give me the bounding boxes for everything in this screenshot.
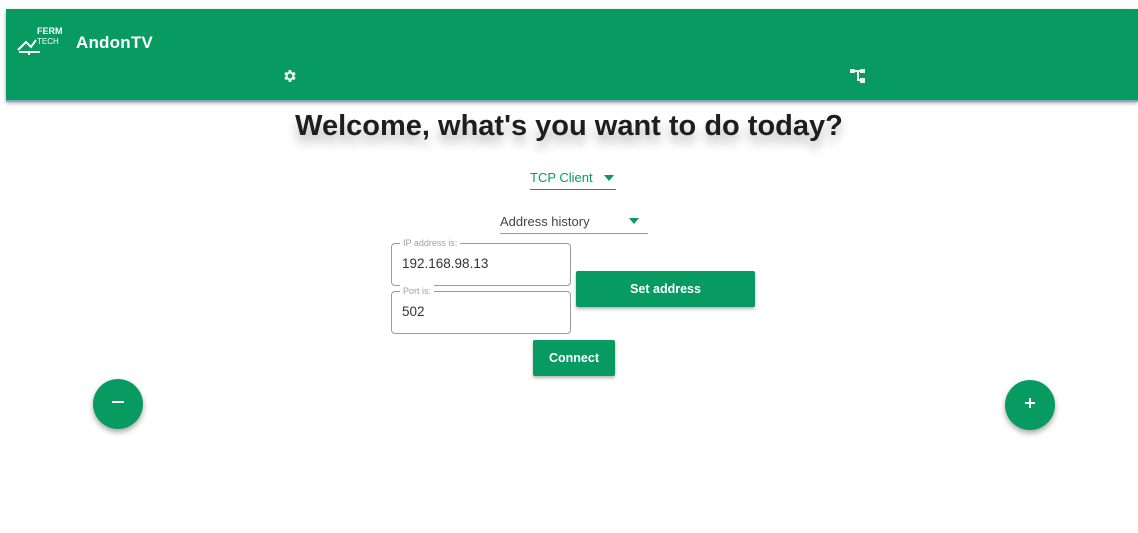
ip-address-input[interactable] [402, 256, 562, 271]
welcome-heading: Welcome, what's you want to do today? [295, 110, 843, 142]
caret-down-icon [603, 170, 615, 185]
decrease-button[interactable] [93, 379, 143, 429]
tab-network[interactable] [838, 60, 878, 96]
svg-text:FERMI: FERMI [37, 26, 62, 36]
caret-down-icon [628, 213, 640, 228]
increase-button[interactable] [1005, 380, 1055, 430]
fermitech-logo: FERMI TECH [16, 23, 65, 55]
address-history-select[interactable]: Address history [500, 210, 648, 234]
ip-address-field: IP address is: [391, 237, 571, 286]
port-input[interactable] [402, 304, 562, 319]
port-field: Port is: [391, 285, 571, 334]
connect-button[interactable]: Connect [533, 340, 615, 376]
minus-icon [111, 395, 125, 414]
ip-address-label: IP address is: [400, 237, 461, 249]
tab-indicator-bar [6, 100, 1138, 102]
app-root: FERMI TECH AndonTV Welcome, what's you w… [0, 0, 1138, 533]
mode-select[interactable]: TCP Client [530, 166, 616, 190]
app-bar: FERMI TECH AndonTV [6, 9, 1138, 101]
port-label: Port is: [400, 285, 435, 297]
set-address-button[interactable]: Set address [576, 271, 755, 307]
plus-icon [1023, 396, 1037, 415]
address-history-value: Address history [500, 214, 590, 229]
app-title: AndonTV [76, 33, 153, 52]
svg-text:TECH: TECH [37, 37, 59, 46]
sitemap-icon [850, 68, 866, 89]
gear-icon [282, 68, 298, 89]
tab-settings[interactable] [270, 60, 310, 96]
mode-select-value: TCP Client [530, 170, 593, 185]
